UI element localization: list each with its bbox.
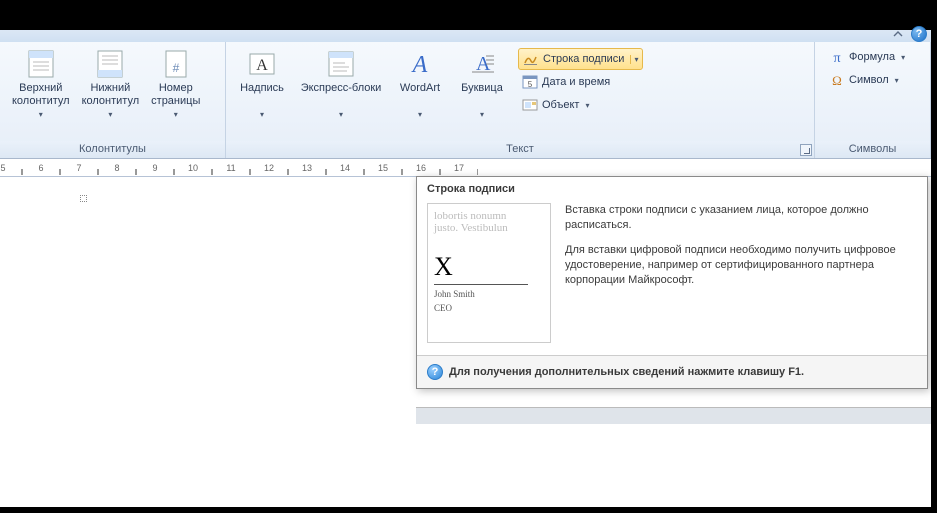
horizontal-scrollbar[interactable] <box>416 407 931 424</box>
help-icon[interactable]: ? <box>911 26 927 42</box>
ribbon: Верхний колонтитул▾ Нижний колонтитул▾ #… <box>0 42 931 159</box>
group-label-headers-footers: Колонтитулы <box>0 141 225 158</box>
titlebar: ? <box>0 30 931 42</box>
group-label-text: Текст <box>226 141 814 158</box>
chevron-down-icon: ▾ <box>585 101 589 110</box>
signature-line-tooltip: Строка подписи lobortis nonumn justo. Ve… <box>416 176 928 389</box>
omega-icon: Ω <box>829 72 845 88</box>
quickparts-icon <box>325 48 357 80</box>
svg-text:A: A <box>256 57 268 74</box>
chevron-down-icon: ▾ <box>480 108 484 121</box>
dropcap-button[interactable]: A Буквица ▾ <box>452 46 512 123</box>
tooltip-footer: ? Для получения дополнительных сведений … <box>417 355 927 388</box>
svg-text:5: 5 <box>528 80 533 89</box>
horizontal-ruler[interactable]: 567891011121314151617 <box>0 159 931 177</box>
footer-button[interactable]: Нижний колонтитул▾ <box>76 46 146 123</box>
quickparts-button[interactable]: Экспресс-блоки ▾ <box>294 46 388 123</box>
object-button[interactable]: Объект ▾ <box>518 94 643 116</box>
symbol-label: Символ <box>849 74 889 86</box>
date-time-label: Дата и время <box>542 76 610 88</box>
page-number-label: Номер страницы <box>151 82 200 108</box>
tooltip-thumbnail: lobortis nonumn justo. Vestibulun X John… <box>427 203 551 343</box>
footer-label: Нижний колонтитул <box>82 82 140 108</box>
ribbon-collapse-chevron-icon[interactable] <box>891 27 905 41</box>
dropcap-icon: A <box>466 48 498 80</box>
header-icon <box>25 48 57 80</box>
signature-line-label: Строка подписи <box>543 53 624 65</box>
ruler-tick: 12 <box>250 163 288 173</box>
svg-text:A: A <box>411 52 428 78</box>
tooltip-para2: Для вставки цифровой подписи необходимо … <box>565 243 917 288</box>
ruler-tick: 10 <box>174 163 212 173</box>
ruler-tick: 9 <box>136 163 174 173</box>
quickparts-label: Экспресс-блоки <box>301 82 382 95</box>
object-icon <box>522 97 538 113</box>
wordart-button[interactable]: A WordArt ▾ <box>390 46 450 123</box>
chevron-down-icon: ▾ <box>108 108 112 121</box>
chevron-down-icon: ▾ <box>339 108 343 121</box>
tooltip-para1: Вставка строки подписи с указанием лица,… <box>565 203 917 233</box>
pi-icon: π <box>829 49 845 65</box>
ruler-tick: 13 <box>288 163 326 173</box>
equation-button[interactable]: π Формула ▾ <box>825 46 909 68</box>
ribbon-group-text: A Надпись ▾ Экспресс-блоки ▾ A WordArt ▾ <box>226 42 815 158</box>
footer-icon <box>94 48 126 80</box>
help-icon: ? <box>427 364 443 380</box>
ruler-tick: 16 <box>402 163 440 173</box>
ruler-tick: 8 <box>98 163 136 173</box>
page-number-icon: # <box>160 48 192 80</box>
chevron-down-icon: ▾ <box>260 108 264 121</box>
signature-line-button[interactable]: Строка подписи ▾ <box>518 48 643 70</box>
header-label: Верхний колонтитул <box>12 82 70 108</box>
svg-text:#: # <box>172 61 179 75</box>
wordart-icon: A <box>404 48 436 80</box>
thumb-faded-text: lobortis nonumn <box>434 210 544 222</box>
thumb-signature-line <box>434 284 528 285</box>
header-button[interactable]: Верхний колонтитул▾ <box>6 46 76 123</box>
chevron-down-icon: ▾ <box>418 108 422 121</box>
tooltip-title: Строка подписи <box>417 177 927 199</box>
ruler-tick: 17 <box>440 163 478 173</box>
wordart-label: WordArt <box>400 82 440 95</box>
thumb-x: X <box>434 252 544 282</box>
svg-text:Ω: Ω <box>832 73 842 88</box>
dialog-launcher-icon[interactable] <box>800 144 812 156</box>
svg-text:π: π <box>833 51 840 65</box>
ruler-tick: 15 <box>364 163 402 173</box>
signature-icon <box>523 51 539 67</box>
chevron-down-icon[interactable]: ▾ <box>630 55 638 64</box>
ruler-tick: 7 <box>60 163 98 173</box>
calendar-icon: 5 <box>522 74 538 90</box>
thumb-signer-name: John Smith <box>434 289 544 299</box>
chevron-down-icon: ▾ <box>901 53 905 62</box>
ribbon-group-symbols: π Формула ▾ Ω Символ ▾ Символы <box>815 42 931 158</box>
thumb-signer-role: CEO <box>434 303 544 313</box>
date-time-button[interactable]: 5 Дата и время <box>518 71 643 93</box>
chevron-down-icon: ▾ <box>895 76 899 85</box>
equation-label: Формула <box>849 51 895 63</box>
object-label: Объект <box>542 99 579 111</box>
ruler-tick: 5 <box>0 163 22 173</box>
textbox-icon: A <box>246 48 278 80</box>
dropcap-label: Буквица <box>461 82 503 95</box>
tooltip-description: Вставка строки подписи с указанием лица,… <box>565 203 917 343</box>
textbox-label: Надпись <box>240 82 284 95</box>
ruler-tick: 14 <box>326 163 364 173</box>
textbox-button[interactable]: A Надпись ▾ <box>232 46 292 123</box>
ruler-tick: 6 <box>22 163 60 173</box>
symbol-button[interactable]: Ω Символ ▾ <box>825 69 909 91</box>
ruler-tick: 11 <box>212 163 250 173</box>
chevron-down-icon: ▾ <box>174 108 178 121</box>
page-number-button[interactable]: # Номер страницы▾ <box>145 46 206 123</box>
tooltip-footer-text: Для получения дополнительных сведений на… <box>449 366 804 378</box>
thumb-faded-text: justo. Vestibulun <box>434 222 544 234</box>
chevron-down-icon: ▾ <box>39 108 43 121</box>
group-label-symbols: Символы <box>815 141 930 158</box>
ribbon-group-headers-footers: Верхний колонтитул▾ Нижний колонтитул▾ #… <box>0 42 226 158</box>
margin-marker-icon <box>80 195 87 202</box>
